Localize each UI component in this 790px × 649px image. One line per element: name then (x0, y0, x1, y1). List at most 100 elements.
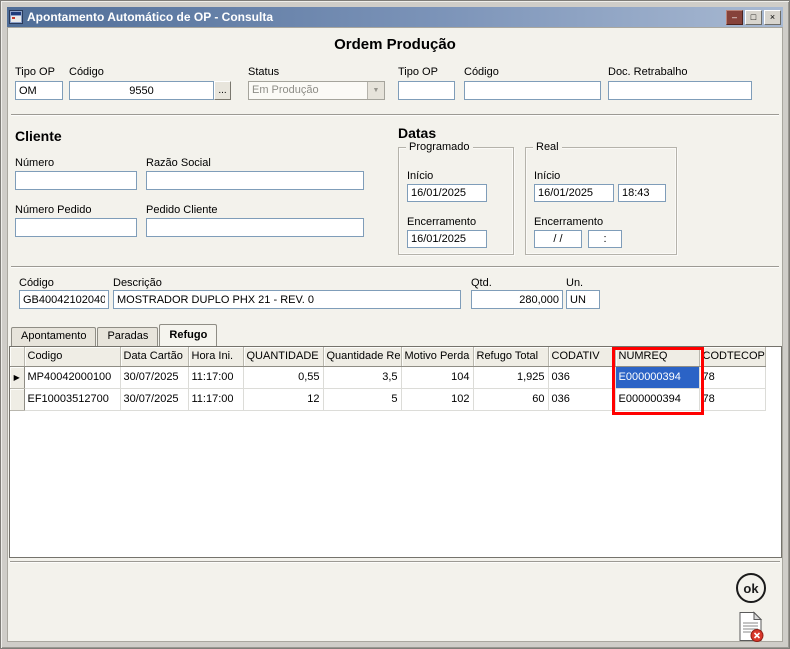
grid-cell[interactable]: 30/07/2025 (120, 366, 188, 388)
column-header[interactable]: CODTECOPER (699, 347, 765, 366)
datas-section-title: Datas (398, 125, 436, 141)
tab-apontamento[interactable]: Apontamento (11, 327, 96, 346)
grid-cell[interactable]: EF10003512700 (24, 388, 120, 410)
prog-inicio-input[interactable] (407, 184, 487, 202)
produto-codigo-label: Código (19, 277, 54, 289)
grid-cell[interactable]: 5 (323, 388, 401, 410)
separator (11, 114, 779, 116)
column-header[interactable]: Hora Ini. (188, 347, 243, 366)
window: Apontamento Automático de OP - Consulta … (0, 0, 790, 649)
real-encerramento-label: Encerramento (534, 216, 603, 228)
descricao-input[interactable] (113, 290, 461, 309)
tipo-op-2-input[interactable] (398, 81, 455, 100)
grid-cell[interactable]: 104 (401, 366, 473, 388)
grid-cell[interactable]: 1,925 (473, 366, 548, 388)
descricao-label: Descrição (113, 277, 162, 289)
un-label: Un. (566, 277, 583, 289)
grid-cell[interactable]: E000000394 (615, 388, 699, 410)
chevron-down-icon: ▼ (367, 82, 384, 99)
column-header[interactable]: Data Cartão (120, 347, 188, 366)
cliente-numero-input[interactable] (15, 171, 137, 190)
tab-paradas[interactable]: Paradas (97, 327, 158, 346)
grid-cell[interactable]: 30/07/2025 (120, 388, 188, 410)
window-controls: – □ × (726, 10, 781, 25)
real-encerramento-time-input[interactable] (588, 230, 622, 248)
doc-retrabalho-input[interactable] (608, 81, 752, 100)
tipo-op-label: Tipo OP (15, 66, 55, 78)
un-input[interactable] (566, 290, 600, 309)
codigo-input[interactable] (69, 81, 214, 100)
column-header[interactable]: CODATIV (548, 347, 615, 366)
grid-cell[interactable]: 102 (401, 388, 473, 410)
tab-strip: Apontamento Paradas Refugo (11, 324, 218, 346)
status-value: Em Produção (249, 82, 367, 99)
cliente-section-title: Cliente (15, 128, 62, 144)
row-indicator-icon: ▶ (10, 366, 24, 388)
real-inicio-date-input[interactable] (534, 184, 614, 202)
row-indicator (10, 388, 24, 410)
numero-pedido-input[interactable] (15, 218, 137, 237)
minimize-button[interactable]: – (726, 10, 743, 25)
real-inicio-label: Início (534, 170, 560, 182)
grid-cell[interactable]: 78 (699, 388, 765, 410)
numero-label: Número (15, 157, 54, 169)
real-encerramento-date-input[interactable] (534, 230, 582, 248)
column-header[interactable]: Refugo Total (473, 347, 548, 366)
status-select[interactable]: Em Produção ▼ (248, 81, 385, 100)
tipo-op-input[interactable] (15, 81, 63, 100)
document-delete-icon (737, 611, 765, 643)
programado-groupbox: Programado Início Encerramento (398, 147, 514, 255)
codigo-2-input[interactable] (464, 81, 601, 100)
produto-codigo-input[interactable] (19, 290, 109, 309)
refugo-grid: Codigo Data Cartão Hora Ini. QUANTIDADE … (9, 346, 782, 558)
razao-social-input[interactable] (146, 171, 364, 190)
grid-cell[interactable]: 036 (548, 366, 615, 388)
column-header[interactable]: Motivo Perda (401, 347, 473, 366)
programado-legend: Programado (406, 141, 473, 153)
column-header[interactable]: NUMREQ (615, 347, 699, 366)
codigo-2-label: Código (464, 66, 499, 78)
codigo-lookup-button[interactable]: ... (214, 81, 231, 100)
close-button[interactable]: × (764, 10, 781, 25)
doc-retrabalho-label: Doc. Retrabalho (608, 66, 688, 78)
ok-button[interactable]: ok (736, 573, 766, 603)
title-bar: Apontamento Automático de OP - Consulta … (7, 7, 783, 27)
column-header[interactable]: Quantidade Re (323, 347, 401, 366)
grid-cell-selected[interactable]: E000000394 (615, 366, 699, 388)
table-row[interactable]: EF10003512700 30/07/2025 11:17:00 12 5 1… (10, 388, 765, 410)
footer-separator (10, 561, 780, 563)
grid-header-row: Codigo Data Cartão Hora Ini. QUANTIDADE … (10, 347, 765, 366)
grid-cell[interactable]: 3,5 (323, 366, 401, 388)
codigo-label: Código (69, 66, 104, 78)
window-title: Apontamento Automático de OP - Consulta (27, 10, 722, 24)
grid-cell[interactable]: 12 (243, 388, 323, 410)
prog-inicio-label: Início (407, 170, 433, 182)
pedido-cliente-input[interactable] (146, 218, 364, 237)
separator (11, 266, 779, 268)
grid-cell[interactable]: 60 (473, 388, 548, 410)
grid-cell[interactable]: 11:17:00 (188, 366, 243, 388)
status-label: Status (248, 66, 279, 78)
prog-encerramento-input[interactable] (407, 230, 487, 248)
document-cancel-button[interactable] (737, 611, 765, 643)
qtd-input[interactable] (471, 290, 563, 309)
grid-cell[interactable]: 036 (548, 388, 615, 410)
dialog-body: Ordem Produção Tipo OP Código Status Tip… (7, 27, 783, 642)
numero-pedido-label: Número Pedido (15, 204, 91, 216)
maximize-button[interactable]: □ (745, 10, 762, 25)
tab-refugo[interactable]: Refugo (159, 324, 217, 346)
grid-cell[interactable]: MP40042000100 (24, 366, 120, 388)
column-header[interactable]: Codigo (24, 347, 120, 366)
grid-cell[interactable]: 11:17:00 (188, 388, 243, 410)
qtd-label: Qtd. (471, 277, 492, 289)
tipo-op-2-label: Tipo OP (398, 66, 438, 78)
table-row[interactable]: ▶ MP40042000100 30/07/2025 11:17:00 0,55… (10, 366, 765, 388)
pedido-cliente-label: Pedido Cliente (146, 204, 218, 216)
razao-social-label: Razão Social (146, 157, 211, 169)
real-inicio-time-input[interactable] (618, 184, 666, 202)
column-header[interactable]: QUANTIDADE (243, 347, 323, 366)
real-groupbox: Real Início Encerramento (525, 147, 677, 255)
grid-cell[interactable]: 78 (699, 366, 765, 388)
indicator-header (10, 347, 24, 366)
grid-cell[interactable]: 0,55 (243, 366, 323, 388)
